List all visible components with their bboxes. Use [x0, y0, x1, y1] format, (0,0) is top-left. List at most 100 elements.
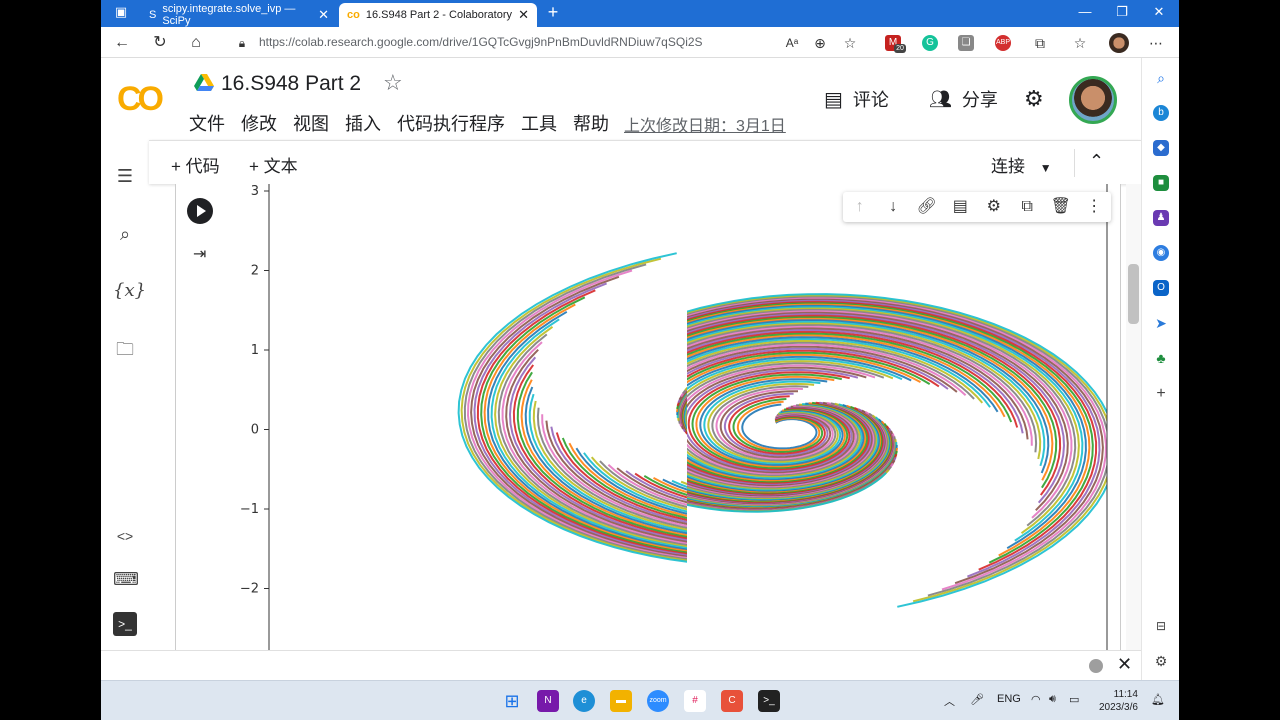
- tools-icon[interactable]: ■: [1153, 175, 1169, 191]
- close-icon[interactable]: ✕: [1117, 654, 1132, 675]
- grammarly-icon[interactable]: G: [922, 35, 938, 51]
- scrollbar-thumb[interactable]: [1128, 264, 1139, 324]
- profile-avatar[interactable]: [1109, 33, 1129, 53]
- clock[interactable]: 11:14 2023/3/6: [1099, 688, 1138, 714]
- tree-icon[interactable]: ♣: [1153, 350, 1169, 366]
- notification-icon[interactable]: 🔔︎: [1151, 693, 1165, 706]
- minimize-icon[interactable]: —: [1071, 4, 1099, 19]
- edge-icon[interactable]: e: [573, 690, 595, 712]
- code-snippets-icon[interactable]: <>: [113, 524, 137, 548]
- zoom-icon[interactable]: ⊕: [809, 32, 831, 54]
- favorites-icon[interactable]: ☆: [1069, 32, 1091, 54]
- cell-settings-icon[interactable]: ⚙: [983, 196, 1005, 218]
- file-explorer-icon[interactable]: ▬: [610, 690, 632, 712]
- shopping-tag-icon[interactable]: ◆: [1153, 140, 1169, 156]
- wifi-icon[interactable]: ◠: [1031, 693, 1041, 706]
- add-text-button[interactable]: + 文本: [249, 152, 298, 177]
- menu-tools[interactable]: 工具: [521, 110, 557, 136]
- volume-icon[interactable]: 🔊︎: [1049, 693, 1056, 706]
- favorite-add-icon[interactable]: ☆: [839, 32, 861, 54]
- settings-gear-icon[interactable]: ⚙: [1024, 86, 1044, 112]
- colab-logo[interactable]: CO: [117, 80, 164, 119]
- add-code-button[interactable]: + 代码: [171, 152, 220, 177]
- menu-edit[interactable]: 修改: [241, 110, 277, 136]
- status-bar: ✕: [101, 650, 1141, 680]
- link-icon[interactable]: 🔗︎: [916, 196, 938, 218]
- sidebar-toggle-icon[interactable]: ⊟: [1153, 618, 1169, 634]
- url-field[interactable]: https://colab.research.google.com/drive/…: [259, 35, 703, 49]
- connect-button[interactable]: 连接 ▼: [991, 152, 1052, 177]
- zoom-icon[interactable]: zoom: [647, 690, 669, 712]
- notebook-scrollbar[interactable]: [1126, 184, 1141, 650]
- last-edit-link[interactable]: 上次修改日期：3月1日: [624, 112, 786, 136]
- y-tick-label: 3: [251, 184, 259, 199]
- adblock-icon[interactable]: ABP: [995, 35, 1011, 51]
- start-icon[interactable]: ⊞: [501, 690, 523, 712]
- more-icon[interactable]: ⋯: [1145, 32, 1167, 54]
- tab-title: scipy.integrate.solve_ivp — SciPy: [162, 3, 296, 27]
- microphone-icon[interactable]: 🎤︎: [970, 693, 984, 706]
- move-down-icon[interactable]: ↓: [882, 196, 904, 218]
- tab-actions-icon[interactable]: ▣: [107, 4, 135, 20]
- reload-icon[interactable]: ↻: [149, 32, 171, 54]
- move-up-icon[interactable]: ↑: [849, 196, 871, 218]
- bing-icon[interactable]: b: [1153, 105, 1169, 121]
- send-icon[interactable]: ➤: [1153, 315, 1169, 331]
- outlook-icon[interactable]: O: [1153, 280, 1169, 296]
- menu-runtime[interactable]: 代码执行程序: [397, 110, 505, 136]
- run-cell-button[interactable]: [187, 198, 213, 224]
- extensions-icon[interactable]: ⧉: [1029, 32, 1051, 54]
- input-language[interactable]: ENG: [997, 693, 1021, 705]
- comment-icon[interactable]: ▤: [949, 196, 971, 218]
- more-vert-icon[interactable]: ⋮: [1083, 196, 1105, 218]
- collapse-header-icon[interactable]: ⌃: [1089, 151, 1104, 172]
- tab-colab[interactable]: co 16.S948 Part 2 - Colaboratory ✕: [339, 3, 537, 27]
- left-rail: ☰ ⌕ {x} 🗀︎ <> ⌨ >_: [101, 140, 149, 650]
- menu-help[interactable]: 帮助: [573, 110, 609, 136]
- onenote-icon[interactable]: N: [537, 690, 559, 712]
- tray-chevron-icon[interactable]: ︿: [944, 693, 955, 709]
- maximize-icon[interactable]: ❐: [1108, 4, 1136, 20]
- search-icon[interactable]: ⌕: [113, 222, 137, 246]
- new-tab-icon[interactable]: +: [539, 2, 567, 23]
- menu-view[interactable]: 视图: [293, 110, 329, 136]
- extension-copy-icon[interactable]: ❏: [958, 35, 974, 51]
- search-icon[interactable]: ⌕: [1153, 70, 1169, 86]
- folder-icon[interactable]: 🗀︎: [113, 337, 137, 361]
- terminal-icon[interactable]: >_: [113, 612, 137, 636]
- delete-icon[interactable]: 🗑︎: [1050, 196, 1072, 218]
- settings-gear-icon[interactable]: ⚙: [1153, 653, 1169, 669]
- share-button[interactable]: 👥︎ 分享: [929, 86, 998, 112]
- variables-icon[interactable]: {x}: [113, 279, 146, 303]
- lock-icon[interactable]: 🔒︎: [231, 32, 253, 54]
- menu-file[interactable]: 文件: [189, 110, 225, 136]
- app-c-icon[interactable]: C: [721, 690, 743, 712]
- notebook-title[interactable]: 16.S948 Part 2: [221, 72, 361, 96]
- star-icon[interactable]: ☆: [383, 70, 403, 96]
- office-icon[interactable]: ◉: [1153, 245, 1169, 261]
- back-icon[interactable]: ←: [111, 32, 133, 54]
- command-palette-icon[interactable]: ⌨: [113, 567, 139, 591]
- read-aloud-icon[interactable]: Aᵃ: [781, 32, 803, 54]
- trajectory-line: [457, 252, 687, 563]
- close-icon[interactable]: ✕: [318, 7, 329, 23]
- menu-insert[interactable]: 插入: [345, 110, 381, 136]
- trajectories-left-half: [457, 252, 687, 563]
- slack-icon[interactable]: #: [684, 690, 706, 712]
- mirror-cell-icon[interactable]: ⧉: [1016, 196, 1038, 218]
- output-actions-icon[interactable]: ⇥: [193, 244, 206, 264]
- add-icon[interactable]: +: [1153, 386, 1169, 402]
- google-drive-icon[interactable]: [194, 74, 214, 92]
- tab-scipy[interactable]: S scipy.integrate.solve_ivp — SciPy ✕: [141, 3, 337, 27]
- battery-icon[interactable]: ▭: [1069, 693, 1079, 706]
- trajectories-right-half: [687, 293, 1107, 608]
- extension-badge: 20: [894, 44, 906, 53]
- window-close-icon[interactable]: ✕: [1145, 4, 1173, 20]
- home-icon[interactable]: ⌂: [185, 32, 207, 54]
- account-avatar[interactable]: [1069, 76, 1117, 124]
- games-icon[interactable]: ♟: [1153, 210, 1169, 226]
- comment-button[interactable]: ▤ 评论: [824, 86, 889, 112]
- close-icon[interactable]: ✕: [518, 7, 529, 23]
- table-of-contents-icon[interactable]: ☰: [113, 164, 137, 188]
- terminal-icon[interactable]: >_: [758, 690, 780, 712]
